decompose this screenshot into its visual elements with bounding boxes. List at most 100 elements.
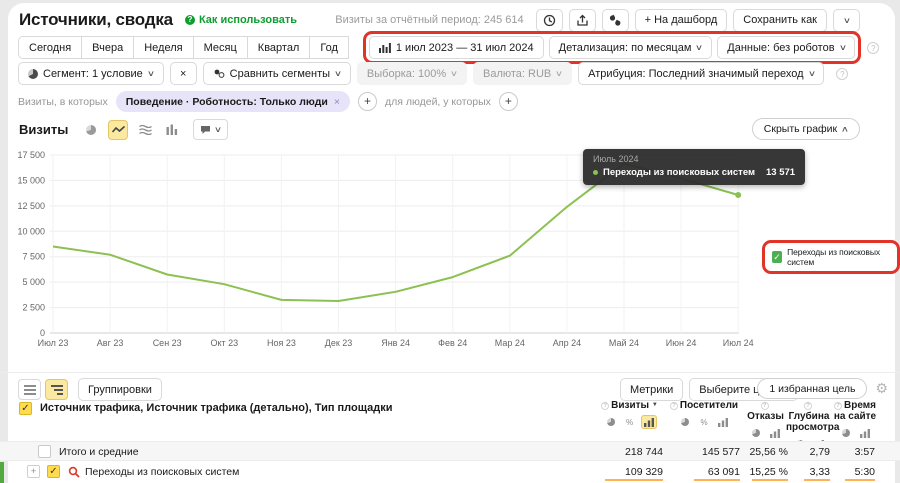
compare-segments-dropdown[interactable]: Сравнить сегменты∨ bbox=[203, 62, 351, 85]
stacked-area-icon bbox=[139, 124, 152, 135]
help-dot-icon: ? bbox=[185, 15, 195, 25]
compare-periods-button[interactable] bbox=[602, 9, 629, 32]
add-visit-filter-button[interactable]: + bbox=[358, 92, 377, 111]
grouping-checkbox[interactable]: ✓ bbox=[19, 402, 32, 415]
period-tab-today[interactable]: Сегодня bbox=[18, 36, 82, 59]
visits-period-counter: Визиты за отчётный период: 245 614 bbox=[335, 14, 523, 26]
row-checkbox[interactable]: ✓ bbox=[47, 465, 60, 478]
attribution-dropdown[interactable]: Атрибуция: Последний значимый переход∨ bbox=[578, 62, 824, 85]
cell-visits: 218 744 bbox=[596, 446, 663, 458]
svg-text:Апр 24: Апр 24 bbox=[553, 338, 581, 348]
legend-checkbox[interactable]: ✓ bbox=[772, 251, 782, 263]
favorite-goal-badge[interactable]: 1 избранная цель bbox=[757, 378, 867, 399]
bars-icon bbox=[770, 429, 780, 438]
metric-bars-toggle[interactable] bbox=[641, 415, 657, 429]
visits-filter-label: Визиты, в которых bbox=[18, 96, 108, 108]
export-button[interactable] bbox=[569, 9, 596, 32]
metric-pie-toggle[interactable] bbox=[838, 426, 854, 440]
annotation-highlight-date-controls: 1 июл 2023 — 31 июл 2024 Детализация: по… bbox=[363, 31, 862, 64]
chevron-down-icon: ∨ bbox=[807, 69, 815, 78]
metric-percent-toggle[interactable]: % bbox=[622, 415, 638, 429]
mini-bars-icon bbox=[379, 42, 391, 53]
cell-visits: 109 329 bbox=[596, 466, 663, 478]
gear-icon[interactable]: ⚙ bbox=[875, 380, 888, 397]
table-row-search-traffic[interactable]: + ✓ Переходы из поисковых систем 109 329… bbox=[0, 462, 900, 483]
tooltip-value: 13 571 bbox=[766, 167, 795, 178]
svg-text:10 000: 10 000 bbox=[17, 226, 45, 236]
sampling-dropdown[interactable]: Выборка: 100%∨ bbox=[357, 62, 467, 85]
series-dot-icon bbox=[593, 170, 598, 175]
help-icon: ? bbox=[670, 402, 678, 410]
expand-row-button[interactable]: + bbox=[27, 465, 40, 478]
column-header-bounces[interactable]: ?Отказы bbox=[743, 400, 788, 440]
pie-icon bbox=[752, 429, 760, 437]
annotation-highlight-legend: ✓ Переходы из поисковых систем bbox=[762, 240, 900, 274]
view-list-button[interactable] bbox=[18, 379, 41, 400]
remove-filter-icon[interactable]: × bbox=[334, 96, 340, 108]
bars-icon bbox=[718, 418, 728, 427]
chart-type-line-button[interactable] bbox=[108, 120, 128, 140]
metric-bars-toggle[interactable] bbox=[715, 415, 731, 429]
period-tab-quarter[interactable]: Квартал bbox=[247, 36, 311, 59]
detail-dropdown[interactable]: Детализация: по месяцам∨ bbox=[549, 36, 713, 59]
cell-time: 5:30 bbox=[833, 466, 875, 478]
row-label[interactable]: Переходы из поисковых систем bbox=[85, 466, 239, 478]
table-row-totals[interactable]: ✓ Итого и средние 218 744 145 577 25,56 … bbox=[0, 441, 900, 461]
chart-type-pie-button[interactable] bbox=[81, 120, 101, 140]
chevron-down-icon: ∨ bbox=[695, 43, 703, 52]
period-tab-month[interactable]: Месяц bbox=[193, 36, 248, 59]
save-as-menu-button[interactable]: ∨ bbox=[833, 9, 860, 32]
metric-pie-toggle[interactable] bbox=[748, 426, 764, 440]
currency-dropdown[interactable]: Валюта: RUB∨ bbox=[473, 62, 572, 85]
add-to-dashboard-button[interactable]: + На дашборд bbox=[635, 9, 728, 32]
period-tab-year[interactable]: Год bbox=[309, 36, 349, 59]
cell-bounces: 15,25 % bbox=[738, 466, 788, 478]
value-bar bbox=[804, 479, 830, 481]
date-range-button[interactable]: 1 июл 2023 — 31 июл 2024 bbox=[369, 36, 544, 59]
chevron-down-icon: ∨ bbox=[450, 69, 458, 78]
row-accent-bar bbox=[0, 462, 4, 483]
info-icon: ? bbox=[836, 68, 848, 80]
how-to-use-link[interactable]: ? Как использовать bbox=[185, 14, 297, 26]
compare-segments-icon bbox=[213, 68, 225, 79]
period-tab-week[interactable]: Неделя bbox=[133, 36, 193, 59]
svg-text:Ноя 23: Ноя 23 bbox=[267, 338, 296, 348]
column-header-visits[interactable]: ?Визиты ▼ % bbox=[596, 400, 663, 429]
metrika-sources-summary-page: Источники, сводка ? Как использовать Виз… bbox=[0, 0, 900, 483]
view-tree-button[interactable] bbox=[45, 379, 68, 400]
chart-type-columns-button[interactable] bbox=[162, 120, 182, 140]
metrics-button[interactable]: Метрики bbox=[620, 378, 683, 401]
metric-pie-toggle[interactable] bbox=[603, 415, 619, 429]
chart-type-area-button[interactable] bbox=[135, 120, 155, 140]
svg-text:7 500: 7 500 bbox=[22, 252, 45, 262]
metric-bars-toggle[interactable] bbox=[857, 426, 873, 440]
chart-tooltip: Июль 2024 Переходы из поисковых систем 1… bbox=[583, 149, 805, 185]
tooltip-period: Июль 2024 bbox=[593, 154, 795, 164]
clock-icon bbox=[543, 14, 556, 27]
value-bar bbox=[752, 479, 788, 481]
columns-chart-icon bbox=[166, 124, 178, 135]
metric-pie-toggle[interactable] bbox=[677, 415, 693, 429]
hide-chart-button[interactable]: Скрыть график∨ bbox=[752, 118, 860, 140]
metric-percent-toggle[interactable]: % bbox=[696, 415, 712, 429]
segment-dropdown[interactable]: Сегмент: 1 условие∨ bbox=[18, 62, 164, 85]
row-checkbox[interactable]: ✓ bbox=[38, 445, 51, 458]
line-chart-icon bbox=[112, 125, 125, 135]
metric-bars-toggle[interactable] bbox=[767, 426, 783, 440]
chevron-down-icon: ∨ bbox=[214, 125, 222, 134]
clear-segment-button[interactable]: × bbox=[170, 62, 197, 85]
chart-annotations-dropdown[interactable]: ∨ bbox=[193, 119, 228, 140]
data-mode-dropdown[interactable]: Данные: без роботов∨ bbox=[717, 36, 855, 59]
add-people-filter-button[interactable]: + bbox=[499, 92, 518, 111]
info-icon: ? bbox=[867, 42, 879, 54]
filter-chip-robots[interactable]: Поведение · Роботность: Только люди× bbox=[116, 91, 350, 112]
history-button[interactable] bbox=[536, 9, 563, 32]
people-filter-label: для людей, у которых bbox=[385, 96, 491, 108]
cell-time: 3:57 bbox=[833, 446, 875, 458]
svg-text:Янв 24: Янв 24 bbox=[381, 338, 410, 348]
column-header-visitors[interactable]: ?Посетители % bbox=[668, 400, 740, 429]
column-header-time[interactable]: ?Время на сайте bbox=[833, 400, 877, 440]
groupings-button[interactable]: Группировки bbox=[78, 378, 162, 401]
period-tab-yesterday[interactable]: Вчера bbox=[81, 36, 134, 59]
save-as-button[interactable]: Сохранить как bbox=[733, 9, 827, 32]
